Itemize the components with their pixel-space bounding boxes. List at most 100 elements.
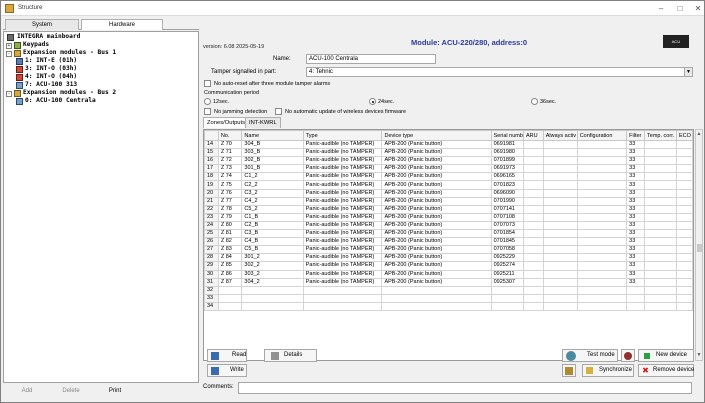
device-type-cell[interactable]: APB-200 (Panic button): [381, 253, 492, 263]
delete-button[interactable]: Delete: [51, 386, 91, 397]
table-row[interactable]: 15 Z 71 303_B Panic-audible (no TAMPER) APB-…: [204, 148, 693, 158]
aru-cell[interactable]: [522, 139, 544, 150]
zone-type-cell[interactable]: Panic-audible (no TAMPER): [302, 148, 383, 158]
configuration-cell[interactable]: [576, 293, 628, 303]
device-type-cell[interactable]: [381, 285, 492, 295]
row-index-cell[interactable]: 18: [204, 172, 219, 182]
eco-cell[interactable]: [675, 180, 693, 190]
eco-cell[interactable]: [675, 237, 693, 247]
zone-name-cell[interactable]: C4_2: [241, 196, 304, 206]
tab-hardware[interactable]: Hardware: [81, 19, 163, 30]
zone-type-cell[interactable]: Panic-audible (no TAMPER): [302, 156, 383, 166]
radio-36sec[interactable]: [531, 98, 538, 105]
scroll-down-icon[interactable]: ▼: [696, 352, 702, 359]
col-header-index[interactable]: [204, 130, 219, 141]
filter-cell[interactable]: 33: [626, 156, 646, 166]
table-row[interactable]: 32: [204, 285, 693, 295]
serial-number-cell[interactable]: 0707073: [490, 220, 524, 231]
configuration-cell[interactable]: [576, 237, 628, 247]
aru-cell[interactable]: [522, 196, 544, 206]
temp-corr-cell[interactable]: [644, 196, 677, 206]
zone-no-cell[interactable]: Z 76: [217, 188, 243, 198]
zone-type-cell[interactable]: Panic-audible (no TAMPER): [302, 261, 383, 271]
zone-type-cell[interactable]: Panic-audible (no TAMPER): [302, 204, 383, 214]
zone-type-cell[interactable]: [302, 301, 383, 311]
zone-no-cell[interactable]: Z 77: [217, 196, 243, 206]
tree-node-int-e[interactable]: 1: INT-E (01h): [25, 57, 77, 65]
filter-cell[interactable]: 33: [626, 172, 646, 182]
radio-24sec[interactable]: [369, 98, 376, 105]
configuration-cell[interactable]: [576, 212, 628, 222]
device-type-cell[interactable]: APB-200 (Panic button): [381, 172, 492, 182]
eco-cell[interactable]: [675, 253, 693, 263]
col-header-filter[interactable]: Filter: [626, 130, 646, 141]
close-button[interactable]: ✕: [689, 3, 705, 14]
temp-corr-cell[interactable]: [644, 301, 677, 311]
filter-cell[interactable]: 33: [626, 237, 646, 247]
zone-name-cell[interactable]: C1_B: [241, 212, 304, 222]
serial-number-cell[interactable]: 0691981: [490, 139, 524, 150]
always-active-cell[interactable]: [542, 245, 578, 255]
tree-node-acu-centrala[interactable]: 0: ACU-100 Centrala: [25, 97, 96, 105]
serial-number-cell[interactable]: [490, 293, 524, 303]
zone-type-cell[interactable]: Panic-audible (no TAMPER): [302, 164, 383, 174]
table-row[interactable]: 17 Z 73 301_B Panic-audible (no TAMPER) APB-…: [204, 164, 693, 174]
row-index-cell[interactable]: 23: [204, 212, 219, 222]
always-active-cell[interactable]: [542, 156, 578, 166]
always-active-cell[interactable]: [542, 196, 578, 206]
always-active-cell[interactable]: [542, 148, 578, 158]
print-button[interactable]: Print: [95, 386, 135, 397]
row-index-cell[interactable]: 20: [204, 188, 219, 198]
table-row[interactable]: 21 Z 77 C4_2 Panic-audible (no TAMPER) APB-2…: [204, 196, 693, 206]
temp-corr-cell[interactable]: [644, 188, 677, 198]
no-jamming-checkbox[interactable]: [204, 108, 211, 115]
table-row[interactable]: 25 Z 81 C3_B Panic-audible (no TAMPER) APB-2…: [204, 229, 693, 239]
temp-corr-cell[interactable]: [644, 269, 677, 279]
always-active-cell[interactable]: [542, 139, 578, 150]
eco-cell[interactable]: [675, 285, 693, 295]
zone-no-cell[interactable]: Z 74: [217, 172, 243, 182]
aru-cell[interactable]: [522, 269, 544, 279]
row-index-cell[interactable]: 16: [204, 156, 219, 166]
filter-cell[interactable]: 33: [626, 148, 646, 158]
device-type-cell[interactable]: APB-200 (Panic button): [381, 148, 492, 158]
row-index-cell[interactable]: 29: [204, 261, 219, 271]
eco-cell[interactable]: [675, 229, 693, 239]
temp-corr-cell[interactable]: [644, 139, 677, 150]
aru-cell[interactable]: [522, 301, 544, 311]
device-type-cell[interactable]: APB-200 (Panic button): [381, 220, 492, 231]
configuration-cell[interactable]: [576, 139, 628, 150]
always-active-cell[interactable]: [542, 269, 578, 279]
serial-number-cell[interactable]: 0701990: [490, 196, 524, 206]
always-active-cell[interactable]: [542, 188, 578, 198]
configuration-cell[interactable]: [576, 156, 628, 166]
row-index-cell[interactable]: 31: [204, 277, 219, 287]
configuration-cell[interactable]: [576, 196, 628, 206]
table-row[interactable]: 14 Z 70 304_B Panic-audible (no TAMPER) APB-…: [204, 139, 693, 150]
zone-name-cell[interactable]: C5_B: [241, 245, 304, 255]
configuration-cell[interactable]: [576, 204, 628, 214]
serial-number-cell[interactable]: 0707141: [490, 204, 524, 214]
serial-number-cell[interactable]: 0925307: [490, 277, 524, 287]
always-active-cell[interactable]: [542, 212, 578, 222]
filter-cell[interactable]: [626, 285, 646, 295]
no-autoreset-checkbox[interactable]: [204, 80, 211, 87]
aru-cell[interactable]: [522, 148, 544, 158]
zone-no-cell[interactable]: Z 86: [217, 269, 243, 279]
temp-corr-cell[interactable]: [644, 237, 677, 247]
configuration-cell[interactable]: [576, 285, 628, 295]
always-active-cell[interactable]: [542, 220, 578, 231]
row-index-cell[interactable]: 34: [204, 301, 219, 311]
aru-cell[interactable]: [522, 180, 544, 190]
serial-number-cell[interactable]: 0707058: [490, 245, 524, 255]
eco-cell[interactable]: [675, 172, 693, 182]
configuration-cell[interactable]: [576, 229, 628, 239]
zone-type-cell[interactable]: Panic-audible (no TAMPER): [302, 180, 383, 190]
eco-cell[interactable]: [675, 212, 693, 222]
always-active-cell[interactable]: [542, 164, 578, 174]
configuration-cell[interactable]: [576, 172, 628, 182]
device-type-cell[interactable]: [381, 301, 492, 311]
tree-node-keypads[interactable]: Keypads: [23, 41, 49, 49]
eco-cell[interactable]: [675, 148, 693, 158]
temp-corr-cell[interactable]: [644, 220, 677, 231]
